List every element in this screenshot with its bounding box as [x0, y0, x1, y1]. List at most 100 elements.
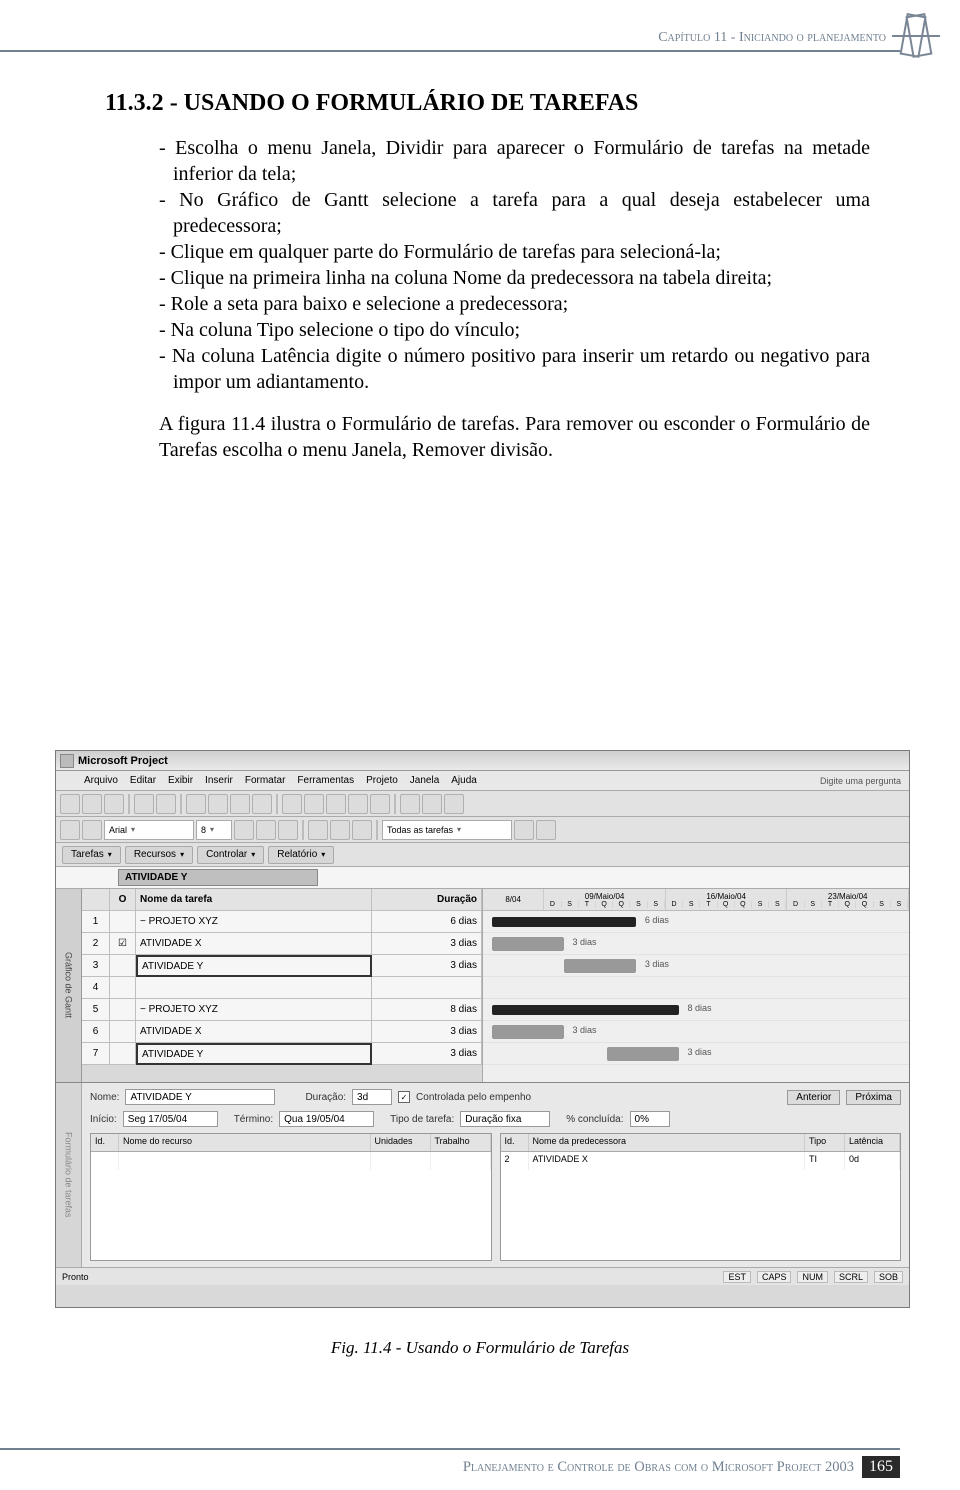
effort-checkbox[interactable]: ✓ — [398, 1091, 410, 1103]
form-sidebar[interactable]: Formulário de tarefas — [56, 1083, 82, 1267]
table-row[interactable]: 2☑ ATIVIDADE X3 dias — [82, 933, 482, 955]
menu-formatar[interactable]: Formatar — [245, 775, 286, 786]
gantt-date: 8/04 — [483, 895, 543, 904]
font-name-combo[interactable]: Arial▾ — [104, 820, 194, 840]
duration-input[interactable]: 3d — [352, 1089, 392, 1105]
toolbar-button[interactable] — [252, 794, 272, 814]
list-item: - Clique na primeira linha na coluna Nom… — [159, 265, 870, 291]
col-rownum[interactable] — [82, 889, 110, 911]
toolbar-button[interactable] — [282, 794, 302, 814]
toolbar-button[interactable] — [186, 794, 206, 814]
toolbar-button[interactable] — [326, 794, 346, 814]
cell: 6 dias — [372, 911, 482, 933]
table-row[interactable]: 4 — [82, 977, 482, 999]
start-input[interactable]: Seg 17/05/04 — [123, 1111, 218, 1127]
cell — [110, 911, 136, 933]
underline-button[interactable] — [278, 820, 298, 840]
predecessor-row[interactable]: 2 ATIVIDADE X TI 0d — [501, 1152, 901, 1170]
col-duration[interactable]: Duração — [372, 889, 482, 911]
font-size-combo[interactable]: 8▾ — [196, 820, 232, 840]
toolbar-button[interactable] — [82, 794, 102, 814]
col-indicator[interactable]: O — [110, 889, 136, 911]
gantt-bar-label: 6 dias — [645, 915, 669, 925]
menu-editar[interactable]: Editar — [130, 775, 156, 786]
toolbar-button[interactable] — [370, 794, 390, 814]
chevron-down-icon: ▾ — [131, 825, 135, 834]
table-row[interactable]: 1 − PROJETO XYZ6 dias — [82, 911, 482, 933]
view-tarefas[interactable]: Tarefas▾ — [62, 846, 121, 864]
col-type: Tipo — [805, 1134, 845, 1151]
pill-label: Tarefas — [71, 849, 104, 860]
menu-projeto[interactable]: Projeto — [366, 775, 398, 786]
filter-combo[interactable]: Todas as tarefas▾ — [382, 820, 512, 840]
view-controlar[interactable]: Controlar▾ — [197, 846, 264, 864]
toolbar-button[interactable] — [422, 794, 442, 814]
next-button[interactable]: Próxima — [846, 1090, 901, 1105]
gantt-bar[interactable] — [607, 1047, 679, 1061]
toolbar-button[interactable] — [60, 820, 80, 840]
task-grid: O Nome da tarefa Duração 1 − PROJETO XYZ… — [82, 889, 482, 1082]
toolbar-button[interactable] — [60, 794, 80, 814]
gantt-bar[interactable] — [564, 959, 636, 973]
toolbar-button[interactable] — [156, 794, 176, 814]
toolbar-button[interactable] — [230, 794, 250, 814]
help-hint[interactable]: Digite uma pergunta — [820, 776, 901, 786]
resources-table[interactable]: Id. Nome do recurso Unidades Trabalho — [90, 1133, 492, 1261]
align-right-button[interactable] — [352, 820, 372, 840]
toolbar-button[interactable] — [304, 794, 324, 814]
gantt-bar-label: 8 dias — [687, 1003, 711, 1013]
col-task-name[interactable]: Nome da tarefa — [136, 889, 372, 911]
italic-button[interactable] — [256, 820, 276, 840]
gantt-bar[interactable] — [492, 937, 564, 951]
gantt-bar[interactable] — [492, 917, 637, 927]
menu-ajuda[interactable]: Ajuda — [451, 775, 477, 786]
table-row[interactable]: 3 ATIVIDADE Y3 dias — [82, 955, 482, 977]
toolbar-button[interactable] — [348, 794, 368, 814]
cell: 1 — [82, 911, 110, 933]
prev-button[interactable]: Anterior — [787, 1090, 840, 1105]
toolbar-button[interactable] — [536, 820, 556, 840]
gantt-bar[interactable] — [492, 1005, 679, 1015]
menu-arquivo[interactable]: Arquivo — [84, 775, 118, 786]
gantt-bar-label: 3 dias — [572, 937, 596, 947]
toolbar-button[interactable] — [82, 820, 102, 840]
gantt-chart[interactable]: 8/04 09/Maio/04DSTQQSS 16/Maio/04DSTQQSS… — [482, 889, 909, 1082]
view-recursos[interactable]: Recursos▾ — [125, 846, 193, 864]
end-input[interactable]: Qua 19/05/04 — [279, 1111, 374, 1127]
section-title-text: - USANDO O FORMULÁRIO DE TAREFAS — [164, 90, 639, 116]
view-relatorio[interactable]: Relatório▾ — [268, 846, 334, 864]
toolbar-button[interactable] — [514, 820, 534, 840]
align-center-button[interactable] — [330, 820, 350, 840]
menu-inserir[interactable]: Inserir — [205, 775, 233, 786]
table-row[interactable]: 5 − PROJETO XYZ8 dias — [82, 999, 482, 1021]
toolbar-button[interactable] — [208, 794, 228, 814]
menu-ferramentas[interactable]: Ferramentas — [297, 775, 354, 786]
toolbar-button[interactable] — [400, 794, 420, 814]
cell: 2 — [82, 933, 110, 955]
cell: 3 — [82, 955, 110, 977]
bold-button[interactable] — [234, 820, 254, 840]
col-units: Unidades — [371, 1134, 431, 1151]
gantt-bar[interactable] — [492, 1025, 564, 1039]
tasktype-combo[interactable]: Duração fixa — [460, 1111, 550, 1127]
pct-input[interactable]: 0% — [630, 1111, 670, 1127]
name-input[interactable]: ATIVIDADE Y — [125, 1089, 275, 1105]
header-rule — [0, 50, 900, 52]
col-id: Id. — [501, 1134, 529, 1151]
table-row[interactable]: 7 ATIVIDADE Y3 dias — [82, 1043, 482, 1065]
toolbar-button[interactable] — [444, 794, 464, 814]
menu-exibir[interactable]: Exibir — [168, 775, 193, 786]
table-row[interactable]: 6 ATIVIDADE X3 dias — [82, 1021, 482, 1043]
active-cell-value[interactable]: ATIVIDADE Y — [118, 869, 318, 886]
predecessors-table[interactable]: Id. Nome da predecessora Tipo Latência 2… — [500, 1133, 902, 1261]
chevron-down-icon: ▾ — [321, 850, 325, 859]
menu-janela[interactable]: Janela — [410, 775, 439, 786]
toolbar-button[interactable] — [104, 794, 124, 814]
gantt-date: 16/Maio/04 — [666, 892, 787, 901]
list-item: - Role a seta para baixo e selecione a p… — [159, 291, 870, 317]
gantt-sidebar[interactable]: Gráfico de Gantt — [56, 889, 82, 1082]
col-id: Id. — [91, 1134, 119, 1151]
toolbar-button[interactable] — [134, 794, 154, 814]
list-item: - No Gráfico de Gantt selecione a tarefa… — [159, 187, 870, 239]
align-left-button[interactable] — [308, 820, 328, 840]
